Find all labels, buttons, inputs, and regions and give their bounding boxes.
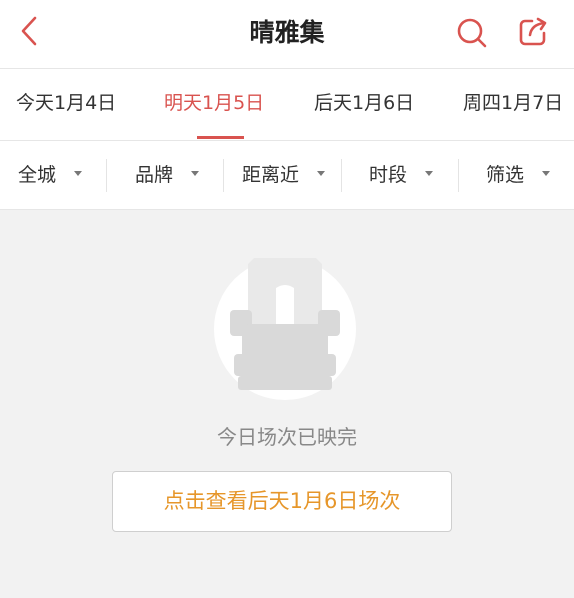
caret-down-icon [425,171,434,176]
divider [106,159,107,192]
date-tab[interactable]: 今天1月4日 [16,69,116,140]
cinema-seat-icon [214,258,356,400]
filter-city[interactable]: 全城 [18,141,83,209]
active-tab-indicator [197,136,244,139]
date-tab[interactable]: 周四1月7日 [463,69,563,140]
caret-down-icon [542,171,551,176]
date-tabs: 今天1月4日 明天1月5日 后天1月6日 周四1月7日 [0,69,574,141]
filter-distance[interactable]: 距离近 [242,141,326,209]
filter-label: 距离近 [242,164,300,186]
filter-more[interactable]: 筛选 [486,141,551,209]
divider [458,159,459,192]
date-tab-active[interactable]: 明天1月5日 [164,69,264,140]
divider [341,159,342,192]
filter-label: 全城 [18,164,57,186]
filter-time[interactable]: 时段 [369,141,434,209]
share-icon[interactable] [516,15,550,49]
view-next-showtimes-button[interactable]: 点击查看后天1月6日场次 [112,471,452,532]
filter-bar: 全城 品牌 距离近 时段 筛选 [0,141,574,210]
filter-label: 时段 [369,164,408,186]
empty-state-message: 今日场次已映完 [217,425,357,449]
caret-down-icon [74,171,83,176]
header: 晴雅集 [0,0,574,69]
filter-brand[interactable]: 品牌 [135,141,200,209]
filter-label: 品牌 [135,164,174,186]
caret-down-icon [191,171,200,176]
filter-label: 筛选 [486,164,525,186]
divider [223,159,224,192]
date-tab[interactable]: 后天1月6日 [314,69,414,140]
caret-down-icon [317,171,326,176]
search-icon[interactable] [455,16,489,50]
